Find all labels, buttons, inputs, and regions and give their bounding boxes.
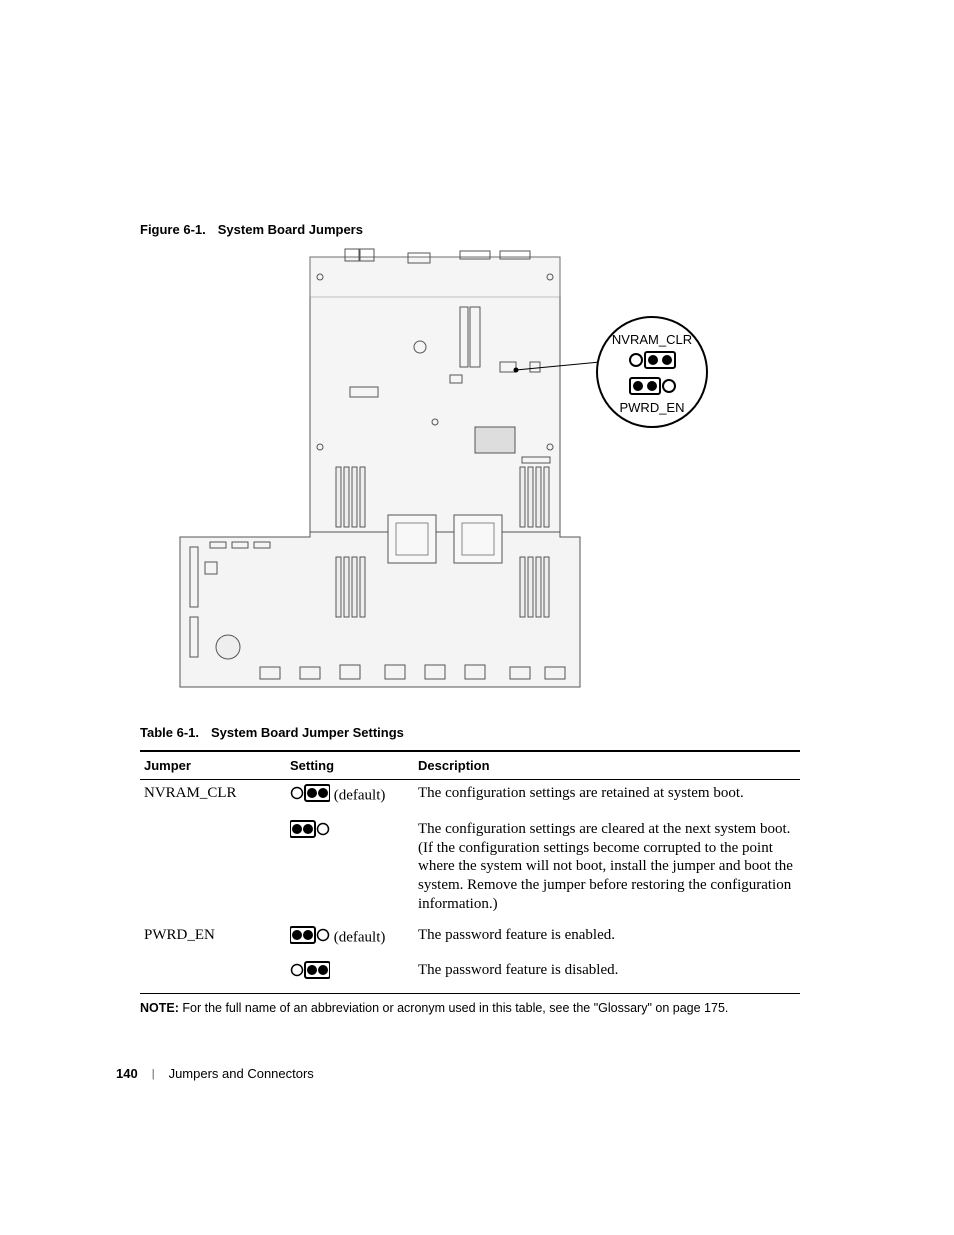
default-label: (default) bbox=[334, 787, 386, 803]
footer-separator: | bbox=[152, 1068, 155, 1080]
th-description: Description bbox=[414, 751, 800, 780]
note-label: NOTE: bbox=[140, 1001, 179, 1015]
figure-caption: Figure 6-1. System Board Jumpers bbox=[140, 222, 800, 237]
table-row: PWRD_EN (default) The password feature is… bbox=[140, 922, 800, 958]
footer-section: Jumpers and Connectors bbox=[169, 1066, 314, 1081]
page-footer: 140 | Jumpers and Connectors bbox=[116, 1066, 314, 1081]
system-board-diagram-svg: NVRAM_CLR PWRD_EN bbox=[160, 247, 710, 707]
th-setting: Setting bbox=[286, 751, 414, 780]
cell-description: The configuration settings are retained … bbox=[414, 780, 800, 816]
cell-jumper: PWRD_EN bbox=[140, 922, 286, 958]
table-row: The password feature is disabled. bbox=[140, 957, 800, 993]
cell-jumper: NVRAM_CLR bbox=[140, 780, 286, 816]
figure-title: System Board Jumpers bbox=[218, 222, 363, 237]
page-number: 140 bbox=[116, 1066, 138, 1081]
table-note: NOTE: For the full name of an abbreviati… bbox=[140, 1000, 800, 1016]
callout-nvram-clr: NVRAM_CLR bbox=[612, 332, 692, 347]
note-text: For the full name of an abbreviation or … bbox=[182, 1001, 728, 1015]
default-label: (default) bbox=[334, 929, 386, 945]
cell-jumper bbox=[140, 816, 286, 922]
figure-system-board-jumpers: NVRAM_CLR PWRD_EN bbox=[160, 247, 710, 707]
table-ref: Table 6-1. bbox=[140, 725, 199, 740]
table-title: System Board Jumper Settings bbox=[211, 725, 404, 740]
table-caption: Table 6-1. System Board Jumper Settings bbox=[140, 725, 800, 740]
table-row: The configuration settings are cleared a… bbox=[140, 816, 800, 922]
jumper-pins-icon bbox=[290, 784, 330, 808]
callout-pwrd-en: PWRD_EN bbox=[619, 400, 684, 415]
cell-setting bbox=[286, 957, 414, 993]
jumper-settings-table: Jumper Setting Description NVRAM_CLR (de… bbox=[140, 750, 800, 994]
cell-setting: (default) bbox=[286, 780, 414, 816]
cell-jumper bbox=[140, 957, 286, 993]
th-jumper: Jumper bbox=[140, 751, 286, 780]
jumper-pins-icon bbox=[290, 961, 330, 985]
cell-description: The password feature is enabled. bbox=[414, 922, 800, 958]
jumper-pins-icon bbox=[290, 926, 330, 950]
jumper-pins-icon bbox=[290, 820, 330, 844]
cell-setting bbox=[286, 816, 414, 922]
cell-description: The password feature is disabled. bbox=[414, 957, 800, 993]
figure-ref: Figure 6-1. bbox=[140, 222, 206, 237]
table-row: NVRAM_CLR (default) The configuration set… bbox=[140, 780, 800, 816]
cell-description: The configuration settings are cleared a… bbox=[414, 816, 800, 922]
cell-setting: (default) bbox=[286, 922, 414, 958]
